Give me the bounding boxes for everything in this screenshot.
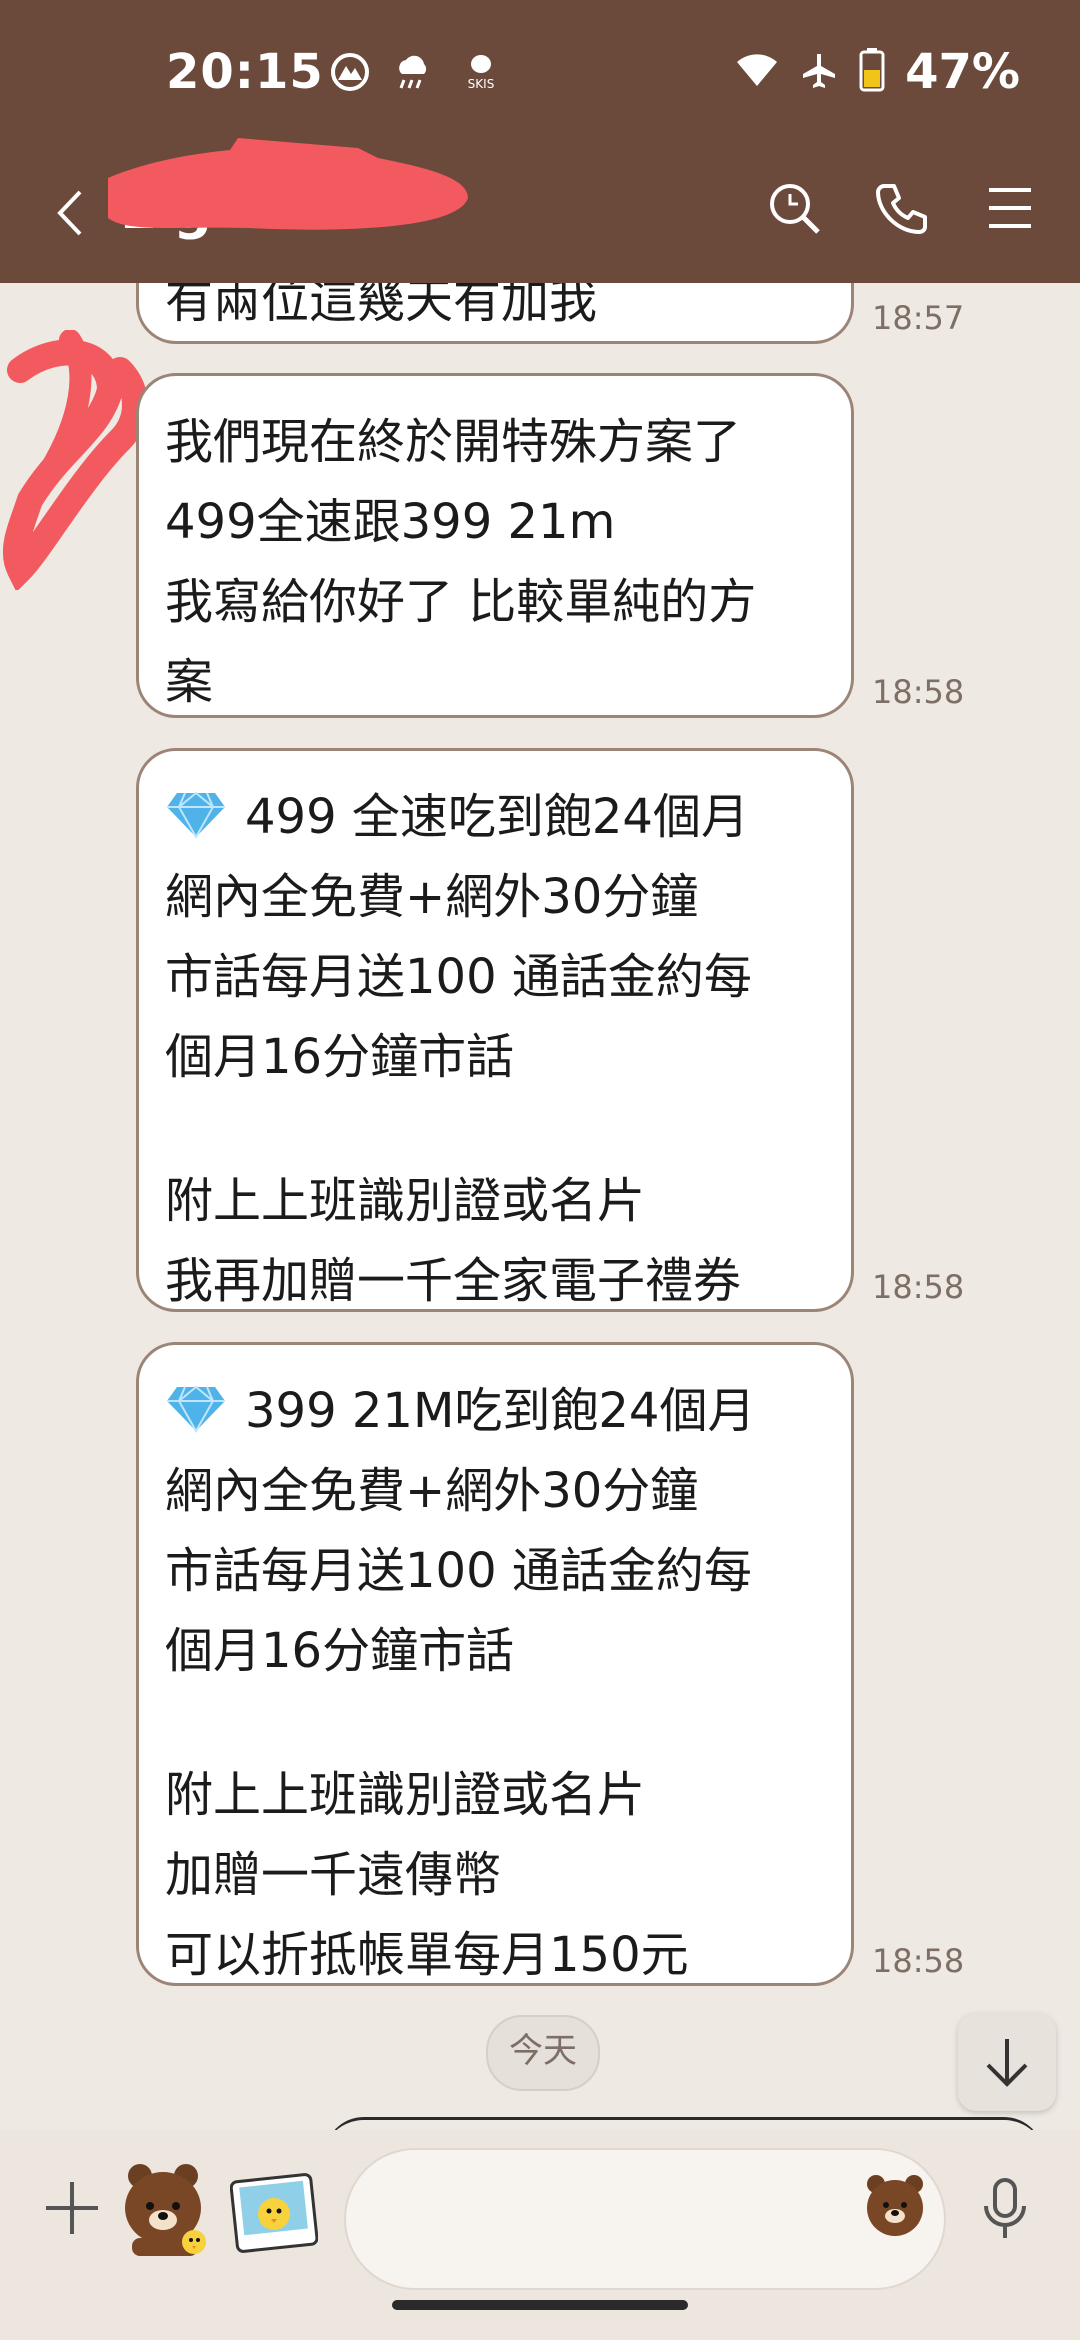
status-bar: 20:15 SKIS 47% — [0, 40, 1080, 100]
chat-header: 20:15 SKIS 47% — [0, 0, 1080, 283]
message-text: 399 21M吃到飽24個月 — [245, 1383, 756, 1439]
brown-bear-sticker-icon[interactable] — [118, 2158, 214, 2262]
notification-icons: SKIS — [330, 50, 506, 98]
message-text: 個月16分鐘市話 — [165, 1623, 515, 1679]
diamond-icon — [165, 1377, 227, 1457]
message-time: 18:58 — [872, 1268, 965, 1306]
message-input[interactable] — [344, 2148, 946, 2290]
scroll-to-bottom-button[interactable] — [958, 2013, 1056, 2111]
message-text: 可以折抵帳單每月150元 — [165, 1927, 689, 1983]
message-text: 網內全免費+網外30分鐘 — [165, 869, 699, 925]
emoji-bear-icon[interactable] — [862, 2172, 928, 2242]
message-text: 市話每月送100 通話金約每 — [165, 949, 752, 1005]
message-bubble[interactable]: 我們現在終於開特殊方案了 499全速跟399 21m 我寫給你好了 比較單純的方… — [136, 373, 854, 718]
date-separator: 今天 — [486, 2015, 600, 2091]
search-icon[interactable] — [764, 178, 824, 238]
message-text: 市話每月送100 通話金約每 — [165, 1543, 752, 1599]
message-text: 我再加贈一千全家電子禮券 — [165, 1253, 742, 1309]
message-text: 個月16分鐘市話 — [165, 1029, 515, 1085]
microphone-icon[interactable] — [980, 2176, 1030, 2246]
system-status-icons: 47% — [735, 44, 1020, 100]
avatar-redaction — [2, 330, 148, 590]
message-text: 499全速跟399 21m — [165, 494, 616, 550]
message-time: 18:58 — [872, 1942, 965, 1980]
message-time: 18:58 — [872, 673, 965, 711]
photo-icon[interactable] — [229, 2170, 319, 2258]
message-text: 499 全速吃到飽24個月 — [245, 789, 749, 845]
message-text: 我寫給你好了 比較單純的方 — [165, 574, 757, 630]
home-indicator[interactable] — [392, 2300, 688, 2310]
svg-text:SKIS: SKIS — [468, 77, 495, 91]
message-text — [165, 1691, 825, 1755]
header-actions — [764, 178, 1040, 238]
back-arrow-icon[interactable] — [52, 188, 88, 242]
mountain-icon — [330, 52, 370, 96]
message-text: 加贈一千遠傳幣 — [165, 1847, 502, 1903]
chat-nav: L g — [0, 138, 1080, 250]
wifi-icon — [735, 50, 779, 94]
message-bubble[interactable]: 499 全速吃到飽24個月 網內全免費+網外30分鐘 市話每月送100 通話金約… — [136, 748, 854, 1312]
message-text: 我們現在終於開特殊方案了 — [165, 414, 742, 470]
message-text: 附上上班識別證或名片 — [165, 1173, 646, 1229]
battery-percent: 47% — [905, 44, 1020, 100]
plus-icon[interactable] — [42, 2178, 102, 2242]
redaction-scribble — [108, 138, 468, 230]
message-text: 網內全免費+網外30分鐘 — [165, 1463, 699, 1519]
message-bubble[interactable]: 399 21M吃到飽24個月 網內全免費+網外30分鐘 市話每月送100 通話金… — [136, 1342, 854, 1986]
menu-icon[interactable] — [980, 178, 1040, 238]
message-text: 附上上班識別證或名片 — [165, 1767, 646, 1823]
arrow-down-icon — [986, 2039, 1028, 2087]
message-time: 18:57 — [872, 299, 965, 337]
message-text: 案 — [165, 654, 214, 710]
skis-app-icon: SKIS — [456, 52, 506, 96]
message-text — [165, 1097, 825, 1161]
airplane-mode-icon — [799, 50, 839, 94]
weather-rain-icon — [392, 52, 434, 96]
diamond-icon — [165, 783, 227, 863]
battery-icon — [859, 48, 885, 96]
phone-icon[interactable] — [872, 178, 932, 238]
status-time: 20:15 — [166, 44, 324, 100]
